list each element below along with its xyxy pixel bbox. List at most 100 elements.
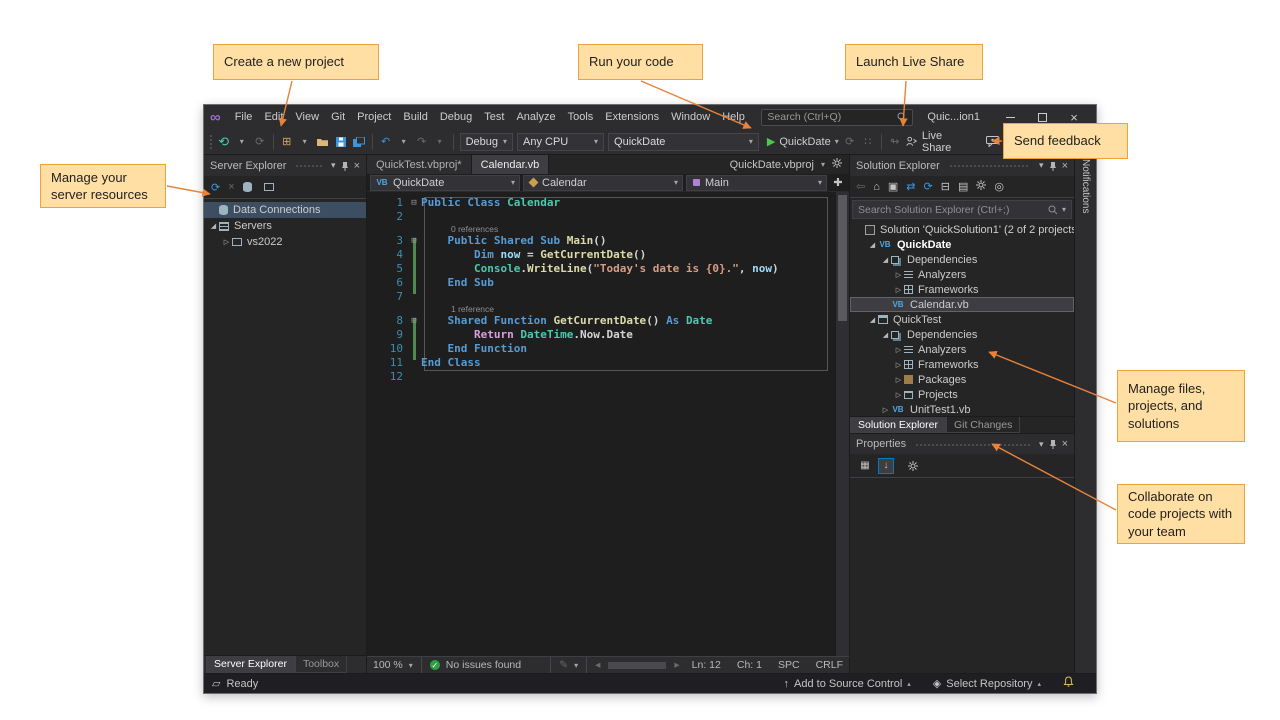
issues-status[interactable]: No issues found — [446, 659, 521, 671]
startup-project-dropdown[interactable]: QuickDate▾ — [608, 133, 759, 151]
column-indicator[interactable]: Ch: 1 — [737, 659, 762, 671]
menu-build[interactable]: Build — [397, 108, 433, 126]
code-line[interactable]: 7 — [367, 290, 835, 304]
tree-item-calendar-vb[interactable]: VBCalendar.vb — [850, 297, 1074, 312]
split-window-icon[interactable]: ✚ — [830, 176, 846, 189]
tree-item-analyzers[interactable]: ▷Analyzers — [850, 342, 1074, 357]
code-line[interactable]: 11End Class — [367, 356, 835, 370]
code-line[interactable]: 5 Console.WriteLine("Today's date is {0}… — [367, 262, 835, 276]
tree-item-projects[interactable]: ▷Projects — [850, 387, 1074, 402]
sync-with-active-document-icon[interactable]: ⇄ — [906, 180, 915, 193]
project-dropdown[interactable]: VB QuickDate ▾ — [370, 175, 520, 191]
refresh-icon[interactable]: ⟳ — [211, 181, 220, 194]
expander-icon[interactable]: ▷ — [893, 271, 904, 279]
notifications-bell-icon[interactable] — [1063, 676, 1074, 691]
redo-dropdown[interactable]: ▾ — [433, 132, 447, 152]
refresh-icon[interactable]: ⟳ — [924, 180, 933, 193]
code-surface[interactable]: 1⊟Public Class Calendar20 references3⊟ P… — [367, 192, 849, 656]
tab-list-dropdown-icon[interactable]: ▾ — [821, 160, 825, 169]
property-pages-gear-icon[interactable] — [905, 458, 921, 474]
menu-extensions[interactable]: Extensions — [599, 108, 665, 126]
tree-item-quicktest[interactable]: ◢QuickTest — [850, 312, 1074, 327]
connect-to-server-icon[interactable] — [264, 183, 274, 191]
menu-tools[interactable]: Tools — [562, 108, 600, 126]
undo-dropdown[interactable]: ▾ — [397, 132, 411, 152]
categorized-icon[interactable]: ▦ — [857, 458, 873, 474]
zoom-dropdown-icon[interactable]: ▾ — [409, 661, 413, 670]
menu-test[interactable]: Test — [478, 108, 510, 126]
track-changes-dropdown[interactable]: ▾ — [574, 661, 578, 670]
show-all-files-icon[interactable]: ▤ — [958, 180, 968, 193]
code-line[interactable]: 3⊟ Public Shared Sub Main() — [367, 234, 835, 248]
tree-item-quickdate[interactable]: ◢VBQuickDate — [850, 237, 1074, 252]
code-line[interactable]: 6 End Sub — [367, 276, 835, 290]
fold-marker-icon[interactable]: ⊟ — [407, 196, 421, 210]
tree-item-vs2022[interactable]: ▷vs2022 — [204, 234, 366, 250]
code-line[interactable]: 2 — [367, 210, 835, 224]
toolbar-grip[interactable] — [209, 134, 213, 150]
expander-icon[interactable]: ▷ — [893, 391, 904, 399]
tree-item-packages[interactable]: ▷Packages — [850, 372, 1074, 387]
track-changes-icon[interactable]: ✎ — [559, 659, 568, 671]
code-line[interactable]: 10 End Function — [367, 342, 835, 356]
send-feedback-icon[interactable] — [985, 132, 999, 152]
back-icon[interactable]: ⇦ — [856, 180, 865, 193]
code-line[interactable]: 8⊟ Shared Function GetCurrentDate() As D… — [367, 314, 835, 328]
home-icon[interactable]: ⌂ — [873, 181, 880, 193]
line-indicator[interactable]: Ln: 12 — [692, 659, 721, 671]
zoom-level-dropdown[interactable]: 100 % — [373, 659, 403, 671]
codelens-indicator[interactable]: 1 reference — [367, 304, 835, 314]
menu-project[interactable]: Project — [351, 108, 397, 126]
tab-calendar-vb[interactable]: Calendar.vb — [472, 155, 550, 174]
code-line[interactable]: 12 — [367, 370, 835, 384]
select-repository-button[interactable]: ◈ Select Repository ▴ — [933, 677, 1041, 690]
preview-selected-items-icon[interactable]: ◎ — [994, 180, 1004, 193]
scrollbar-thumb[interactable] — [838, 195, 847, 321]
collapse-all-icon[interactable]: ⊟ — [941, 180, 950, 193]
tree-item-frameworks[interactable]: ▷Frameworks — [850, 282, 1074, 297]
scroll-right-icon[interactable]: ▸ — [674, 659, 679, 671]
line-ending-indicator[interactable]: CRLF — [816, 659, 843, 671]
scroll-left-icon[interactable]: ◂ — [595, 659, 600, 671]
member-dropdown[interactable]: Main ▾ — [686, 175, 827, 191]
close-panel-icon[interactable]: × — [1062, 160, 1068, 172]
close-panel-icon[interactable]: × — [354, 160, 360, 172]
redo-icon[interactable]: ↷ — [415, 132, 429, 152]
alphabetical-sort-icon[interactable]: ↓ — [878, 458, 894, 474]
code-line[interactable]: 9 Return DateTime.Now.Date — [367, 328, 835, 342]
pin-icon[interactable] — [341, 161, 349, 171]
vertical-scrollbar[interactable] — [835, 192, 849, 656]
panel-grip[interactable] — [949, 163, 1030, 168]
run-target-label[interactable]: QuickDate — [779, 136, 830, 148]
expander-icon[interactable]: ▷ — [880, 406, 891, 414]
tree-item-frameworks[interactable]: ▷Frameworks — [850, 357, 1074, 372]
menu-window[interactable]: Window — [665, 108, 716, 126]
menu-analyze[interactable]: Analyze — [510, 108, 561, 126]
tab-server-explorer[interactable]: Server Explorer — [206, 656, 295, 673]
pin-icon[interactable] — [1049, 439, 1057, 449]
close-panel-icon[interactable]: × — [1062, 438, 1068, 450]
editor-options-gear-icon[interactable] — [832, 158, 842, 171]
break-all-icon[interactable]: ∷ — [861, 132, 875, 152]
step-over-icon[interactable]: ↬ — [888, 132, 902, 152]
tree-item-unittest1-vb[interactable]: ▷VBUnitTest1.vb — [850, 402, 1074, 416]
tree-item-dependencies[interactable]: ◢Dependencies — [850, 252, 1074, 267]
tab-git-changes[interactable]: Git Changes — [946, 417, 1020, 433]
tree-item-dependencies[interactable]: ◢Dependencies — [850, 327, 1074, 342]
expander-icon[interactable]: ◢ — [880, 256, 891, 264]
tab-quicktest-vbproj[interactable]: QuickTest.vbproj* — [367, 155, 472, 174]
solution-configuration-dropdown[interactable]: Debug▾ — [460, 133, 513, 151]
code-line[interactable]: 1⊟Public Class Calendar — [367, 196, 835, 210]
menu-file[interactable]: File — [229, 108, 259, 126]
save-all-icon[interactable] — [352, 132, 366, 152]
navigate-forward-icon[interactable]: ⟳ — [253, 132, 267, 152]
fold-marker-icon[interactable]: ⊟ — [407, 234, 421, 248]
window-position-dropdown-icon[interactable]: ▾ — [1039, 160, 1044, 171]
menu-git[interactable]: Git — [325, 108, 351, 126]
window-position-dropdown-icon[interactable]: ▾ — [1039, 439, 1044, 450]
start-debugging-icon[interactable]: ▶ — [767, 135, 775, 148]
code-line[interactable]: 4 Dim now = GetCurrentDate() — [367, 248, 835, 262]
menu-debug[interactable]: Debug — [434, 108, 478, 126]
tab-solution-explorer[interactable]: Solution Explorer — [850, 417, 946, 433]
new-project-icon[interactable]: ⊞ — [280, 132, 294, 152]
